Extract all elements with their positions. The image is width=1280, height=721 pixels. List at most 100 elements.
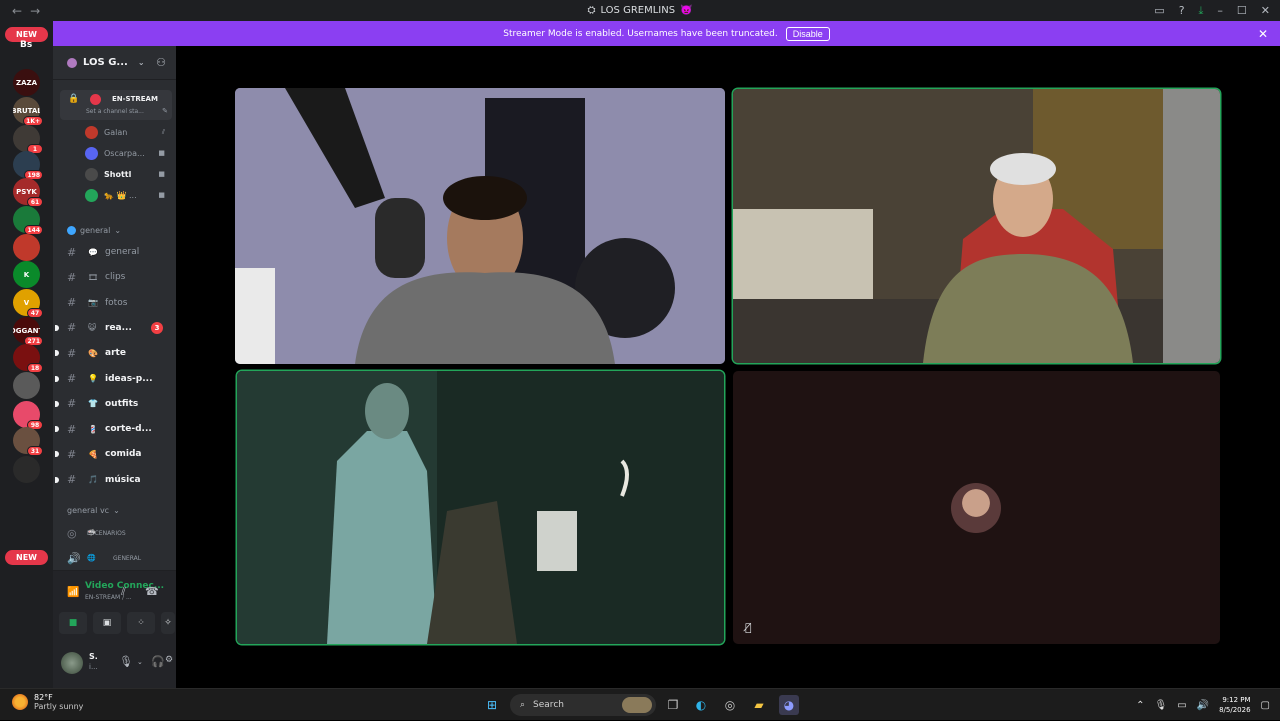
soundboard-button[interactable]: ✧ <box>161 612 175 634</box>
microphone-icon[interactable]: 🎙 <box>119 655 133 668</box>
active-voice-channel[interactable]: 🔒 EN-STREAM Set a channel sta... ✎ <box>60 90 172 120</box>
server-icon-7[interactable]: K <box>13 261 40 288</box>
text-channel[interactable]: # 📷 fotos <box>53 293 176 313</box>
network-icon[interactable]: ▭ <box>1177 700 1186 711</box>
server-icon-10[interactable]: 18 <box>13 344 43 373</box>
server-icon-13[interactable]: 31 <box>13 427 43 456</box>
text-channel[interactable]: # 🎞 clips <box>53 267 176 287</box>
server-icon-8[interactable]: V 47 <box>13 289 43 318</box>
mic-options-icon[interactable]: ⌄ <box>137 658 143 666</box>
hashtag-icon: # <box>67 473 77 487</box>
edit-status-icon[interactable]: ✎ <box>162 107 168 115</box>
text-channel[interactable]: # 😺 rea... 3 <box>53 318 176 338</box>
server-icon-4[interactable]: PSYK 61 <box>13 178 43 207</box>
notifications-icon[interactable]: ▢ <box>1261 700 1270 711</box>
forward-arrow-icon[interactable]: → <box>30 4 40 18</box>
user-avatar[interactable] <box>61 652 83 674</box>
close-banner-icon[interactable]: ✕ <box>1258 27 1268 41</box>
task-view-icon[interactable]: ❐ <box>663 695 683 715</box>
window-title-text: LOS GREMLINS <box>600 5 676 16</box>
search-highlight-icon <box>622 697 652 713</box>
user-status: i... <box>89 663 98 671</box>
windows-taskbar: 82°F Partly sunny ⊞ ⌕ Search ❐ ◐ ◎ ▰ ◕ ⌃… <box>0 688 1280 720</box>
channel-emoji-icon: 🎨 <box>88 348 98 358</box>
server-icon-12[interactable]: 98 <box>13 401 43 430</box>
server-icon-9[interactable]: FOGGANTE271 <box>13 317 43 346</box>
chrome-icon[interactable]: ◎ <box>720 695 740 715</box>
close-window-icon[interactable]: ✕ <box>1261 4 1270 17</box>
voice-user-row[interactable]: Galan ⫽ <box>85 123 165 141</box>
video-tile-2[interactable] <box>733 89 1220 363</box>
activities-button[interactable]: ⁘ <box>127 612 155 634</box>
help-icon[interactable]: ? <box>1179 4 1185 17</box>
screen-share-button[interactable]: ▣ <box>93 612 121 634</box>
channel-emoji-icon: 🎞 <box>88 272 99 282</box>
noise-suppression-icon[interactable]: ⫽ <box>121 585 126 599</box>
server-icon-14[interactable] <box>13 456 40 483</box>
clock[interactable]: 9:12 PM 8/5/2026 <box>1219 695 1250 715</box>
server-header[interactable]: LOS G... ⌄ ⚇ <box>53 46 176 80</box>
new-badge-bottom[interactable]: NEW <box>5 550 48 565</box>
chevron-up-icon[interactable]: ⌃ <box>1136 700 1144 711</box>
unread-indicator <box>55 400 59 407</box>
headphones-icon[interactable]: 🎧 <box>151 655 165 668</box>
download-icon[interactable]: ⤓ <box>1199 4 1204 18</box>
microphone-tray-icon[interactable]: 🎙 <box>1154 700 1167 711</box>
text-channel[interactable]: # 👕 outfits <box>53 394 176 414</box>
channel-name: fotos <box>105 297 128 308</box>
disable-streamer-mode-button[interactable]: Disable <box>785 26 830 41</box>
chevron-down-icon: ⌄ <box>114 226 122 235</box>
server-icon-11[interactable] <box>13 372 40 399</box>
server-rail: NEW Bs ZAZABRUTAL1K+1198PSYK61144 KV47FOG… <box>0 21 53 688</box>
video-tile-4[interactable]: 🎙̸ <box>733 371 1220 644</box>
stage-channel-escenarios[interactable]: ◎ 🦈 ESCENARIOS <box>53 523 176 543</box>
chevron-down-icon: ⌄ <box>137 58 145 67</box>
edge-browser-icon[interactable]: ◐ <box>691 695 711 715</box>
title-bar: ← → ⛭ LOS GREMLINS 👿 ▭ ? ⤓ – ☐ ✕ <box>0 0 1280 21</box>
voice-channel-status[interactable]: Set a channel sta... <box>86 108 144 115</box>
text-channel[interactable]: # 🎵 música <box>53 470 176 490</box>
maximize-icon[interactable]: ☐ <box>1237 4 1247 17</box>
category-general-vc[interactable]: general vc ⌄ <box>67 506 120 515</box>
text-channel[interactable]: # 💈 corte-d... <box>53 419 176 439</box>
back-arrow-icon[interactable]: ← <box>12 4 22 18</box>
search-box[interactable]: ⌕ Search <box>510 694 656 716</box>
signal-icon[interactable]: 📶 <box>67 587 79 598</box>
server-icon-6[interactable] <box>13 234 40 261</box>
minimize-icon[interactable]: – <box>1217 4 1223 17</box>
server-icon-0[interactable]: ZAZA <box>13 69 40 96</box>
category-general-label: general <box>80 226 111 235</box>
weather-widget[interactable]: 82°F Partly sunny <box>12 693 83 711</box>
discord-icon[interactable]: ◕ <box>779 695 799 715</box>
volume-icon[interactable]: 🔊 <box>1197 700 1209 711</box>
settings-gear-icon[interactable]: ⚙ <box>165 655 173 665</box>
voice-user-row[interactable]: Shottl ■ <box>85 165 165 183</box>
text-channel[interactable]: # 🍕 comida <box>53 444 176 464</box>
server-icon-2[interactable]: 1 <box>13 125 43 154</box>
invite-icon[interactable]: ⚇ <box>156 56 166 69</box>
text-channel[interactable]: # 💬 general <box>53 242 176 262</box>
weather-condition: Partly sunny <box>34 702 84 711</box>
category-general[interactable]: general ⌄ <box>67 226 121 235</box>
channel-emoji-icon: 😺 <box>88 323 97 333</box>
server-icon-1[interactable]: BRUTAL 1K+ <box>13 97 43 126</box>
video-tile-1[interactable] <box>235 88 725 364</box>
camera-button[interactable]: ■ <box>59 612 87 634</box>
file-explorer-icon[interactable]: ▰ <box>749 695 769 715</box>
streamer-mode-banner: Streamer Mode is enabled. Usernames have… <box>53 21 1280 46</box>
voice-user-row[interactable]: 🐆 👑 ... ■ <box>85 186 165 204</box>
voice-user-name: 🐆 👑 ... <box>104 190 137 200</box>
server-icon-3[interactable]: 198 <box>13 151 43 180</box>
text-channel[interactable]: # 🎨 arte <box>53 343 176 363</box>
video-tile-3[interactable] <box>237 371 724 644</box>
deafened-icon: ⫽ <box>161 127 165 136</box>
server-icon-5[interactable]: 144 <box>13 206 43 235</box>
text-channel[interactable]: # 💡 ideas-p... <box>53 369 176 389</box>
video-feed-3 <box>237 371 724 644</box>
disconnect-icon[interactable]: ☎ <box>145 585 159 598</box>
windows-start-icon[interactable]: ⊞ <box>482 695 502 715</box>
avatar <box>85 125 98 139</box>
voice-channel-general[interactable]: 🔊 🌐 GENERAL <box>53 548 176 568</box>
inbox-icon[interactable]: ▭ <box>1154 4 1164 17</box>
voice-user-row[interactable]: Oscarpa... ■ <box>85 144 165 162</box>
